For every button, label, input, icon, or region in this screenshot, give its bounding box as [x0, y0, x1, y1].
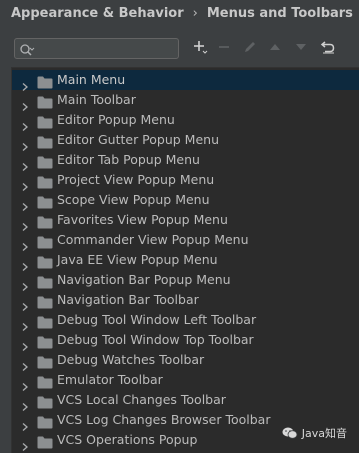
tree-row[interactable]: Navigation Bar Toolbar: [12, 290, 359, 311]
chevron-right-icon[interactable]: [21, 216, 29, 231]
chevron-right-icon[interactable]: [21, 76, 29, 91]
tree-row[interactable]: Scope View Popup Menu: [12, 190, 359, 211]
folder-icon: [37, 94, 53, 109]
chevron-right-icon[interactable]: [21, 356, 29, 371]
tree-toolbar: [0, 38, 359, 62]
folder-icon: [37, 214, 53, 229]
chevron-right-icon[interactable]: [21, 376, 29, 391]
tree-row-label: Main Menu: [57, 72, 126, 87]
tree-row-label: Java EE View Popup Menu: [57, 252, 218, 267]
chevron-right-icon[interactable]: [21, 136, 29, 151]
folder-icon: [37, 354, 53, 369]
tree-row-label: Navigation Bar Toolbar: [57, 292, 199, 307]
tree-row[interactable]: Commander View Popup Menu: [12, 230, 359, 251]
tree-row-label: Debug Tool Window Left Toolbar: [57, 312, 257, 327]
folder-icon: [37, 234, 53, 249]
chevron-right-icon[interactable]: [21, 116, 29, 131]
tree-row[interactable]: Emulator Toolbar: [12, 370, 359, 391]
tree-row[interactable]: VCS Local Changes Toolbar: [12, 390, 359, 411]
tree-row[interactable]: Editor Tab Popup Menu: [12, 150, 359, 171]
tree-row-label: Editor Gutter Popup Menu: [57, 132, 220, 147]
settings-page: Appearance & Behavior › Menus and Toolba…: [0, 0, 359, 453]
restore-button[interactable]: [318, 39, 338, 59]
tree-row[interactable]: Java EE View Popup Menu: [12, 250, 359, 271]
chevron-right-icon[interactable]: [21, 176, 29, 191]
breadcrumb-separator: ›: [192, 5, 198, 21]
tree-row[interactable]: Debug Tool Window Top Toolbar: [12, 330, 359, 351]
tree-row-label: Emulator Toolbar: [57, 372, 163, 387]
tree-row-label: Project View Popup Menu: [57, 172, 215, 187]
tree-row-label: Scope View Popup Menu: [57, 192, 210, 207]
move-up-button[interactable]: [265, 39, 285, 59]
tree-row-label: Editor Tab Popup Menu: [57, 152, 200, 167]
tree-row[interactable]: Favorites View Popup Menu: [12, 210, 359, 231]
folder-icon: [37, 314, 53, 329]
folder-icon: [37, 414, 53, 429]
chevron-right-icon[interactable]: [21, 396, 29, 411]
folder-icon: [37, 114, 53, 129]
folder-icon: [37, 194, 53, 209]
search-icon[interactable]: [19, 42, 35, 56]
tree-row-label: Navigation Bar Popup Menu: [57, 272, 231, 287]
folder-icon: [37, 274, 53, 289]
chevron-right-icon[interactable]: [21, 296, 29, 311]
tree-row[interactable]: Main Menu: [12, 70, 359, 91]
tree-row-label: Commander View Popup Menu: [57, 232, 249, 247]
menus-tree[interactable]: Main Menu Main Toolbar Editor Popup Menu Ed…: [11, 67, 359, 453]
restore-icon: [320, 39, 336, 59]
tree-row-label: Debug Watches Toolbar: [57, 352, 205, 367]
watermark: Java知音: [282, 425, 347, 441]
wechat-icon: [282, 427, 298, 439]
breadcrumb-parent[interactable]: Appearance & Behavior: [11, 6, 184, 21]
search-input[interactable]: [37, 40, 175, 57]
tree-row-label: VCS Log Changes Browser Toolbar: [57, 412, 271, 427]
add-icon: [192, 39, 208, 59]
folder-icon: [37, 434, 53, 449]
tree-row[interactable]: Project View Popup Menu: [12, 170, 359, 191]
chevron-right-icon[interactable]: [21, 156, 29, 171]
tree-row[interactable]: Editor Popup Menu: [12, 110, 359, 131]
tree-row-label: VCS Local Changes Toolbar: [57, 392, 226, 407]
folder-icon: [37, 374, 53, 389]
folder-icon: [37, 154, 53, 169]
tree-row[interactable]: Navigation Bar Popup Menu: [12, 270, 359, 291]
breadcrumb-current: Menus and Toolbars: [206, 5, 353, 21]
tree-row[interactable]: Main Toolbar: [12, 90, 359, 111]
add-button[interactable]: [190, 39, 210, 59]
folder-icon: [37, 254, 53, 269]
move-down-button[interactable]: [291, 39, 311, 59]
search-field[interactable]: [14, 38, 179, 59]
tree-row[interactable]: Editor Gutter Popup Menu: [12, 130, 359, 151]
edit-icon: [242, 39, 258, 59]
folder-icon: [37, 74, 53, 89]
remove-icon: [216, 39, 232, 59]
chevron-right-icon[interactable]: [21, 276, 29, 291]
tree-row[interactable]: Debug Tool Window Left Toolbar: [12, 310, 359, 331]
folder-icon: [37, 134, 53, 149]
folder-icon: [37, 294, 53, 309]
tree-row-label: Editor Popup Menu: [57, 112, 175, 127]
folder-icon: [37, 394, 53, 409]
remove-button[interactable]: [214, 39, 234, 59]
move-up-icon: [267, 39, 283, 59]
chevron-right-icon[interactable]: [21, 236, 29, 251]
watermark-text: Java知音: [301, 427, 347, 440]
tree-row-label: Debug Tool Window Top Toolbar: [57, 332, 254, 347]
edit-button[interactable]: [240, 39, 260, 59]
chevron-right-icon[interactable]: [21, 436, 29, 451]
folder-icon: [37, 174, 53, 189]
folder-icon: [37, 334, 53, 349]
chevron-right-icon[interactable]: [21, 96, 29, 111]
chevron-right-icon[interactable]: [21, 196, 29, 211]
chevron-right-icon[interactable]: [21, 316, 29, 331]
breadcrumb: Appearance & Behavior › Menus and Toolba…: [11, 4, 353, 22]
chevron-right-icon[interactable]: [21, 416, 29, 431]
move-down-icon: [293, 39, 309, 59]
tree-row-label: Main Toolbar: [57, 92, 136, 107]
tree-row-label: VCS Operations Popup: [57, 432, 198, 447]
chevron-right-icon[interactable]: [21, 336, 29, 351]
chevron-right-icon[interactable]: [21, 256, 29, 271]
tree-row-label: Favorites View Popup Menu: [57, 212, 228, 227]
tree-row[interactable]: Debug Watches Toolbar: [12, 350, 359, 371]
